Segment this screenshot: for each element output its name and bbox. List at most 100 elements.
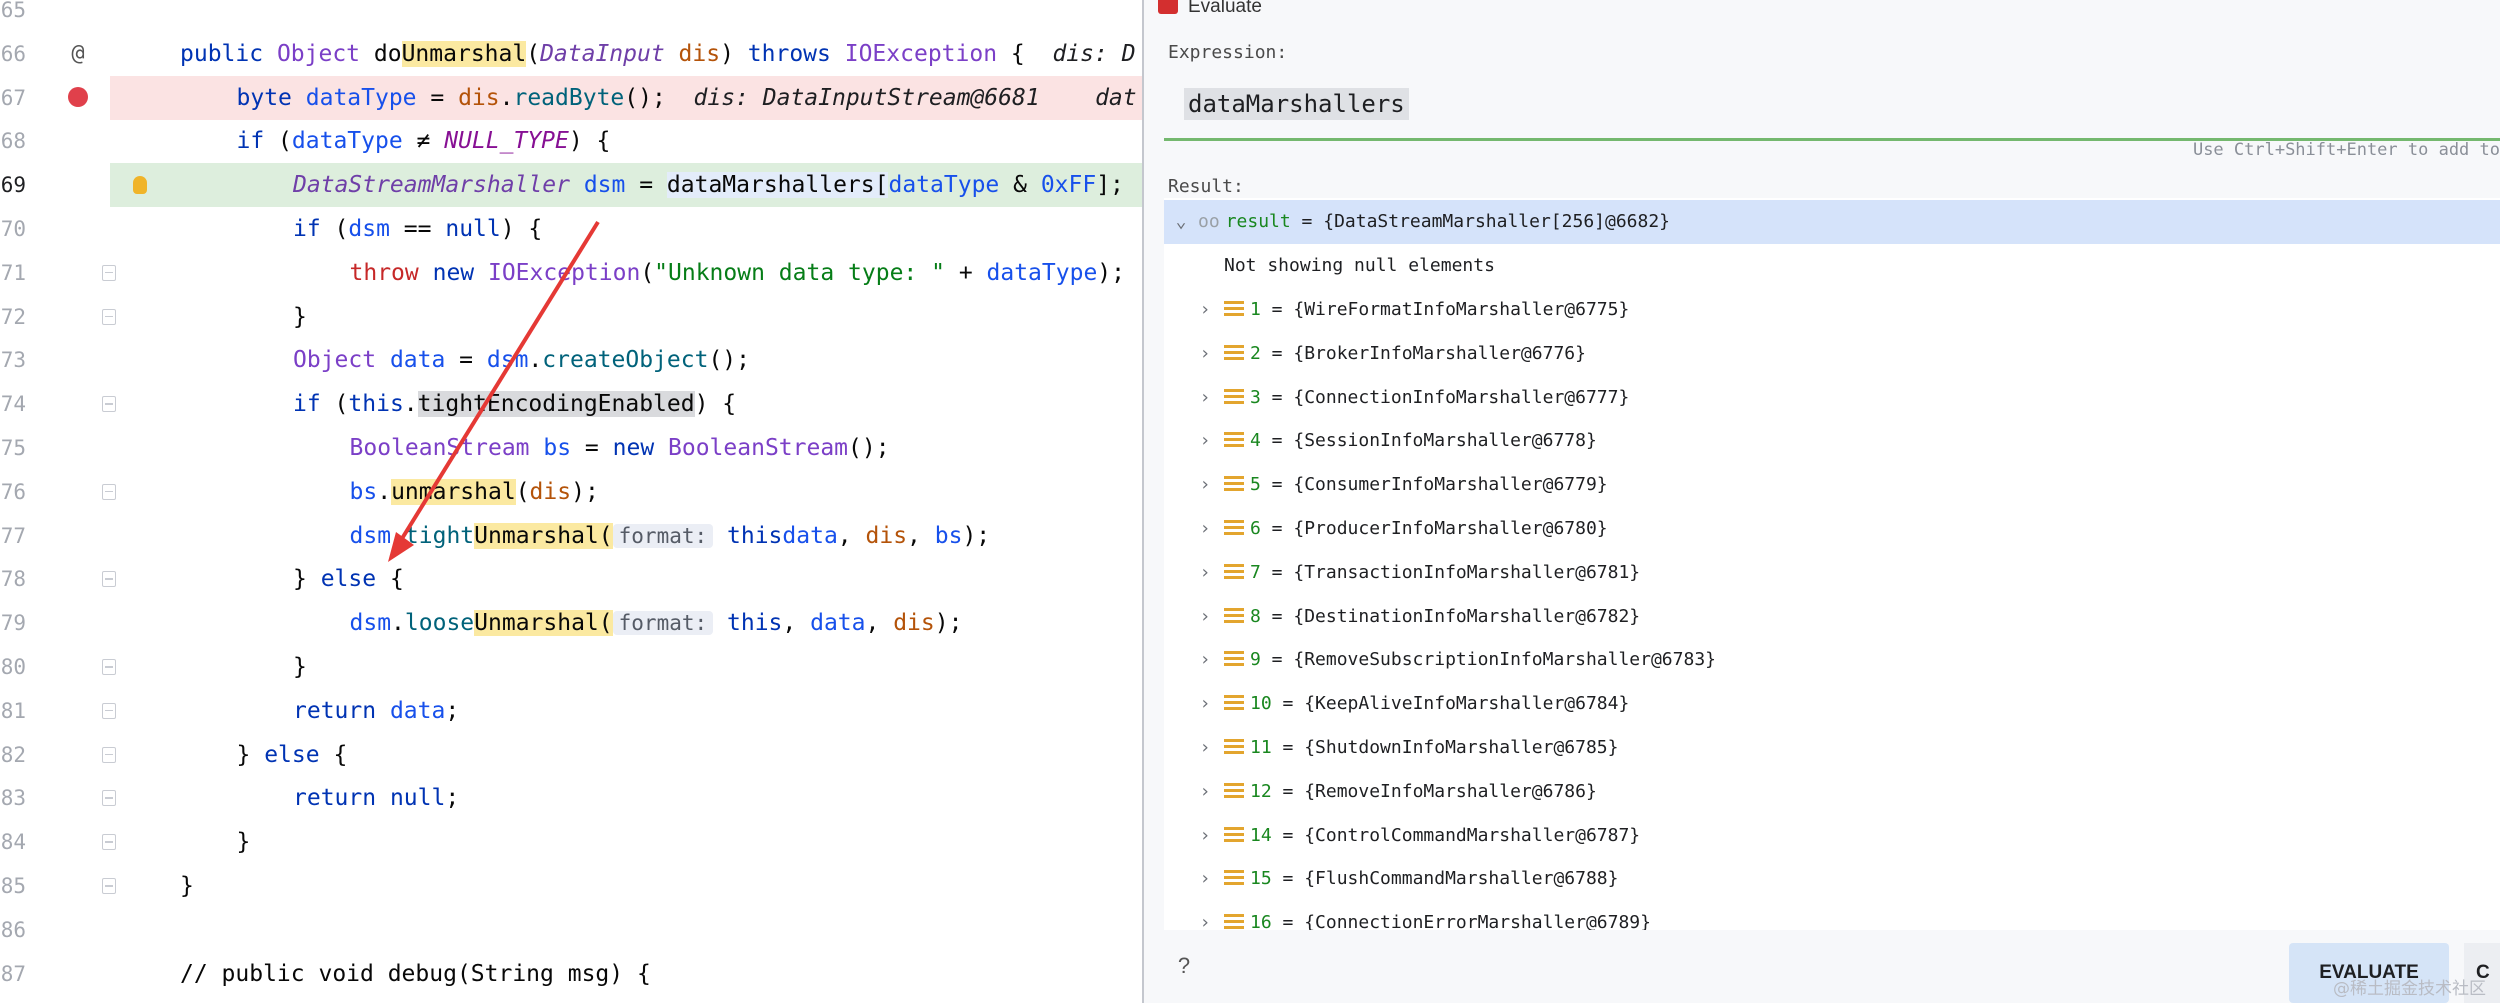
result-item-row[interactable]: › 9 = {RemoveSubscriptionInfoMarshaller@6… — [1164, 638, 2500, 682]
line-number[interactable]: 81 — [0, 689, 26, 733]
result-root-row[interactable]: ⌄ oo result = {DataStreamMarshaller[256]@… — [1164, 200, 2500, 244]
fold-marker-icon[interactable] — [102, 659, 116, 675]
result-item-row[interactable]: › 14 = {ControlCommandMarshaller@6787} — [1164, 814, 2500, 858]
chevron-right-icon[interactable]: › — [1198, 682, 1212, 726]
result-item-row[interactable]: › 2 = {BrokerInfoMarshaller@6776} — [1164, 332, 2500, 376]
fold-marker-icon[interactable] — [102, 483, 116, 500]
fold-marker-icon[interactable] — [102, 396, 116, 413]
code-text[interactable]: throw new IOException("Unknown data type… — [350, 251, 1126, 295]
result-item-row[interactable]: › 16 = {ConnectionErrorMarshaller@6789} — [1164, 901, 2500, 930]
chevron-right-icon[interactable]: › — [1198, 770, 1212, 814]
code-text[interactable]: return data; — [293, 689, 459, 733]
code-line[interactable]: 85} — [0, 864, 1142, 908]
code-editor[interactable]: 65 66 @ public Object doUnmarshal(DataInput… — [0, 0, 1142, 1003]
code-text[interactable]: } — [293, 295, 307, 339]
line-number[interactable]: 86 — [0, 908, 26, 952]
line-number[interactable]: 66 — [0, 32, 26, 76]
code-text[interactable]: Object data = dsm.createObject(); — [293, 338, 750, 382]
expression-input[interactable]: dataMarshallers — [1164, 78, 2500, 141]
code-text[interactable]: dsm.tightUnmarshal(format: thisdata, dis… — [350, 514, 990, 558]
fold-marker-icon[interactable] — [102, 571, 116, 588]
line-number[interactable]: 85 — [0, 864, 26, 908]
chevron-right-icon[interactable]: › — [1198, 288, 1212, 332]
result-item-row[interactable]: › 10 = {KeepAliveInfoMarshaller@6784} — [1164, 682, 2500, 726]
code-line[interactable]: 65 — [0, 0, 1142, 32]
result-item-row[interactable]: › 11 = {ShutdownInfoMarshaller@6785} — [1164, 726, 2500, 770]
code-line[interactable]: 81 return data; — [0, 689, 1142, 733]
line-number[interactable]: 74 — [0, 382, 26, 426]
result-item-row[interactable]: › 8 = {DestinationInfoMarshaller@6782} — [1164, 595, 2500, 639]
line-number[interactable]: 70 — [0, 207, 26, 251]
code-line[interactable]: 84} — [0, 820, 1142, 864]
result-item-row[interactable]: › 12 = {RemoveInfoMarshaller@6786} — [1164, 770, 2500, 814]
code-line[interactable]: 87 // public void debug(String msg) { — [0, 952, 1142, 996]
code-text[interactable]: byte dataType = dis.readByte(); dis: Dat… — [237, 76, 1137, 120]
fold-marker-icon[interactable] — [102, 702, 116, 719]
code-line[interactable]: 86 — [0, 908, 1142, 952]
chevron-down-icon[interactable]: ⌄ — [1174, 200, 1188, 244]
line-number[interactable]: 65 — [0, 0, 26, 32]
code-text[interactable]: dsm.looseUnmarshal(format: this, data, d… — [350, 601, 962, 645]
code-text[interactable]: if (dsm == null) { — [293, 207, 542, 251]
result-item-row[interactable]: › 6 = {ProducerInfoMarshaller@6780} — [1164, 507, 2500, 551]
result-item-row[interactable]: › 1 = {WireFormatInfoMarshaller@6775} — [1164, 288, 2500, 332]
fold-marker-icon[interactable] — [102, 790, 116, 807]
code-text[interactable]: } — [180, 864, 194, 908]
code-line[interactable]: 76 bs.unmarshal(dis); — [0, 470, 1142, 514]
result-tree[interactable]: ⌄ oo result = {DataStreamMarshaller[256]@… — [1164, 198, 2500, 930]
code-line[interactable]: 79 dsm.looseUnmarshal(format: this, data,… — [0, 601, 1142, 645]
code-line[interactable]: 68 if (dataType ≠ NULL_TYPE) { — [0, 119, 1142, 163]
line-number[interactable]: 83 — [0, 776, 26, 820]
chevron-right-icon[interactable]: › — [1198, 638, 1212, 682]
breakpoint-icon[interactable] — [64, 84, 92, 112]
line-number[interactable]: 73 — [0, 338, 26, 382]
code-text[interactable]: if (this.tightEncodingEnabled) { — [293, 382, 736, 426]
code-text[interactable]: public Object doUnmarshal(DataInput dis)… — [180, 32, 1136, 76]
line-number[interactable]: 79 — [0, 601, 26, 645]
code-text[interactable]: return null; — [293, 776, 459, 820]
help-button[interactable]: ? — [1168, 950, 1200, 982]
code-line[interactable]: 83 return null; — [0, 776, 1142, 820]
code-line[interactable]: 71 throw new IOException("Unknown data ty… — [0, 251, 1142, 295]
chevron-right-icon[interactable]: › — [1198, 595, 1212, 639]
code-text[interactable]: if (dataType ≠ NULL_TYPE) { — [237, 119, 611, 163]
chevron-right-icon[interactable]: › — [1198, 376, 1212, 420]
line-number[interactable]: 67 — [0, 76, 26, 120]
fold-marker-icon[interactable] — [102, 264, 116, 281]
code-line[interactable]: 82 } else { — [0, 733, 1142, 777]
code-line[interactable]: 73 Object data = dsm.createObject(); — [0, 338, 1142, 382]
result-item-row[interactable]: › 4 = {SessionInfoMarshaller@6778} — [1164, 419, 2500, 463]
line-number[interactable]: 77 — [0, 514, 26, 558]
code-line[interactable]: 77 dsm.tightUnmarshal(format: thisdata, d… — [0, 514, 1142, 558]
line-number[interactable]: 72 — [0, 295, 26, 339]
chevron-right-icon[interactable]: › — [1198, 507, 1212, 551]
line-number[interactable]: 78 — [0, 557, 26, 601]
code-text[interactable]: } — [237, 820, 251, 864]
lightbulb-icon[interactable] — [126, 171, 154, 199]
code-text[interactable]: bs.unmarshal(dis); — [350, 470, 599, 514]
code-text[interactable]: DataStreamMarshaller dsm = dataMarshalle… — [293, 163, 1124, 207]
expression-text[interactable]: dataMarshallers — [1184, 88, 1409, 120]
code-line[interactable]: 80} — [0, 645, 1142, 689]
code-line[interactable]: 75 BooleanStream bs = new BooleanStream()… — [0, 426, 1142, 470]
chevron-right-icon[interactable]: › — [1198, 814, 1212, 858]
line-number[interactable]: 68 — [0, 119, 26, 163]
fold-marker-icon[interactable] — [102, 308, 116, 325]
code-line[interactable]: 69 DataStreamMarshaller dsm = dataMarshal… — [1, 163, 1142, 208]
line-number[interactable]: 69 — [0, 163, 26, 207]
fold-marker-icon[interactable] — [102, 834, 116, 851]
code-text[interactable]: } — [293, 645, 307, 689]
code-text[interactable]: // public void debug(String msg) { — [180, 952, 651, 996]
code-text[interactable]: } else { — [293, 557, 404, 601]
code-line[interactable]: 66 @ public Object doUnmarshal(DataInput d… — [0, 32, 1142, 76]
code-text[interactable]: } else { — [237, 733, 348, 777]
line-number[interactable]: 87 — [0, 952, 26, 996]
line-number[interactable]: 80 — [0, 645, 26, 689]
chevron-right-icon[interactable]: › — [1198, 332, 1212, 376]
override-marker-icon[interactable]: @ — [64, 40, 92, 68]
line-number[interactable]: 76 — [0, 470, 26, 514]
chevron-right-icon[interactable]: › — [1198, 901, 1212, 930]
result-item-row[interactable]: › 5 = {ConsumerInfoMarshaller@6779} — [1164, 463, 2500, 507]
line-number[interactable]: 82 — [0, 733, 26, 777]
fold-marker-icon[interactable] — [102, 878, 116, 894]
